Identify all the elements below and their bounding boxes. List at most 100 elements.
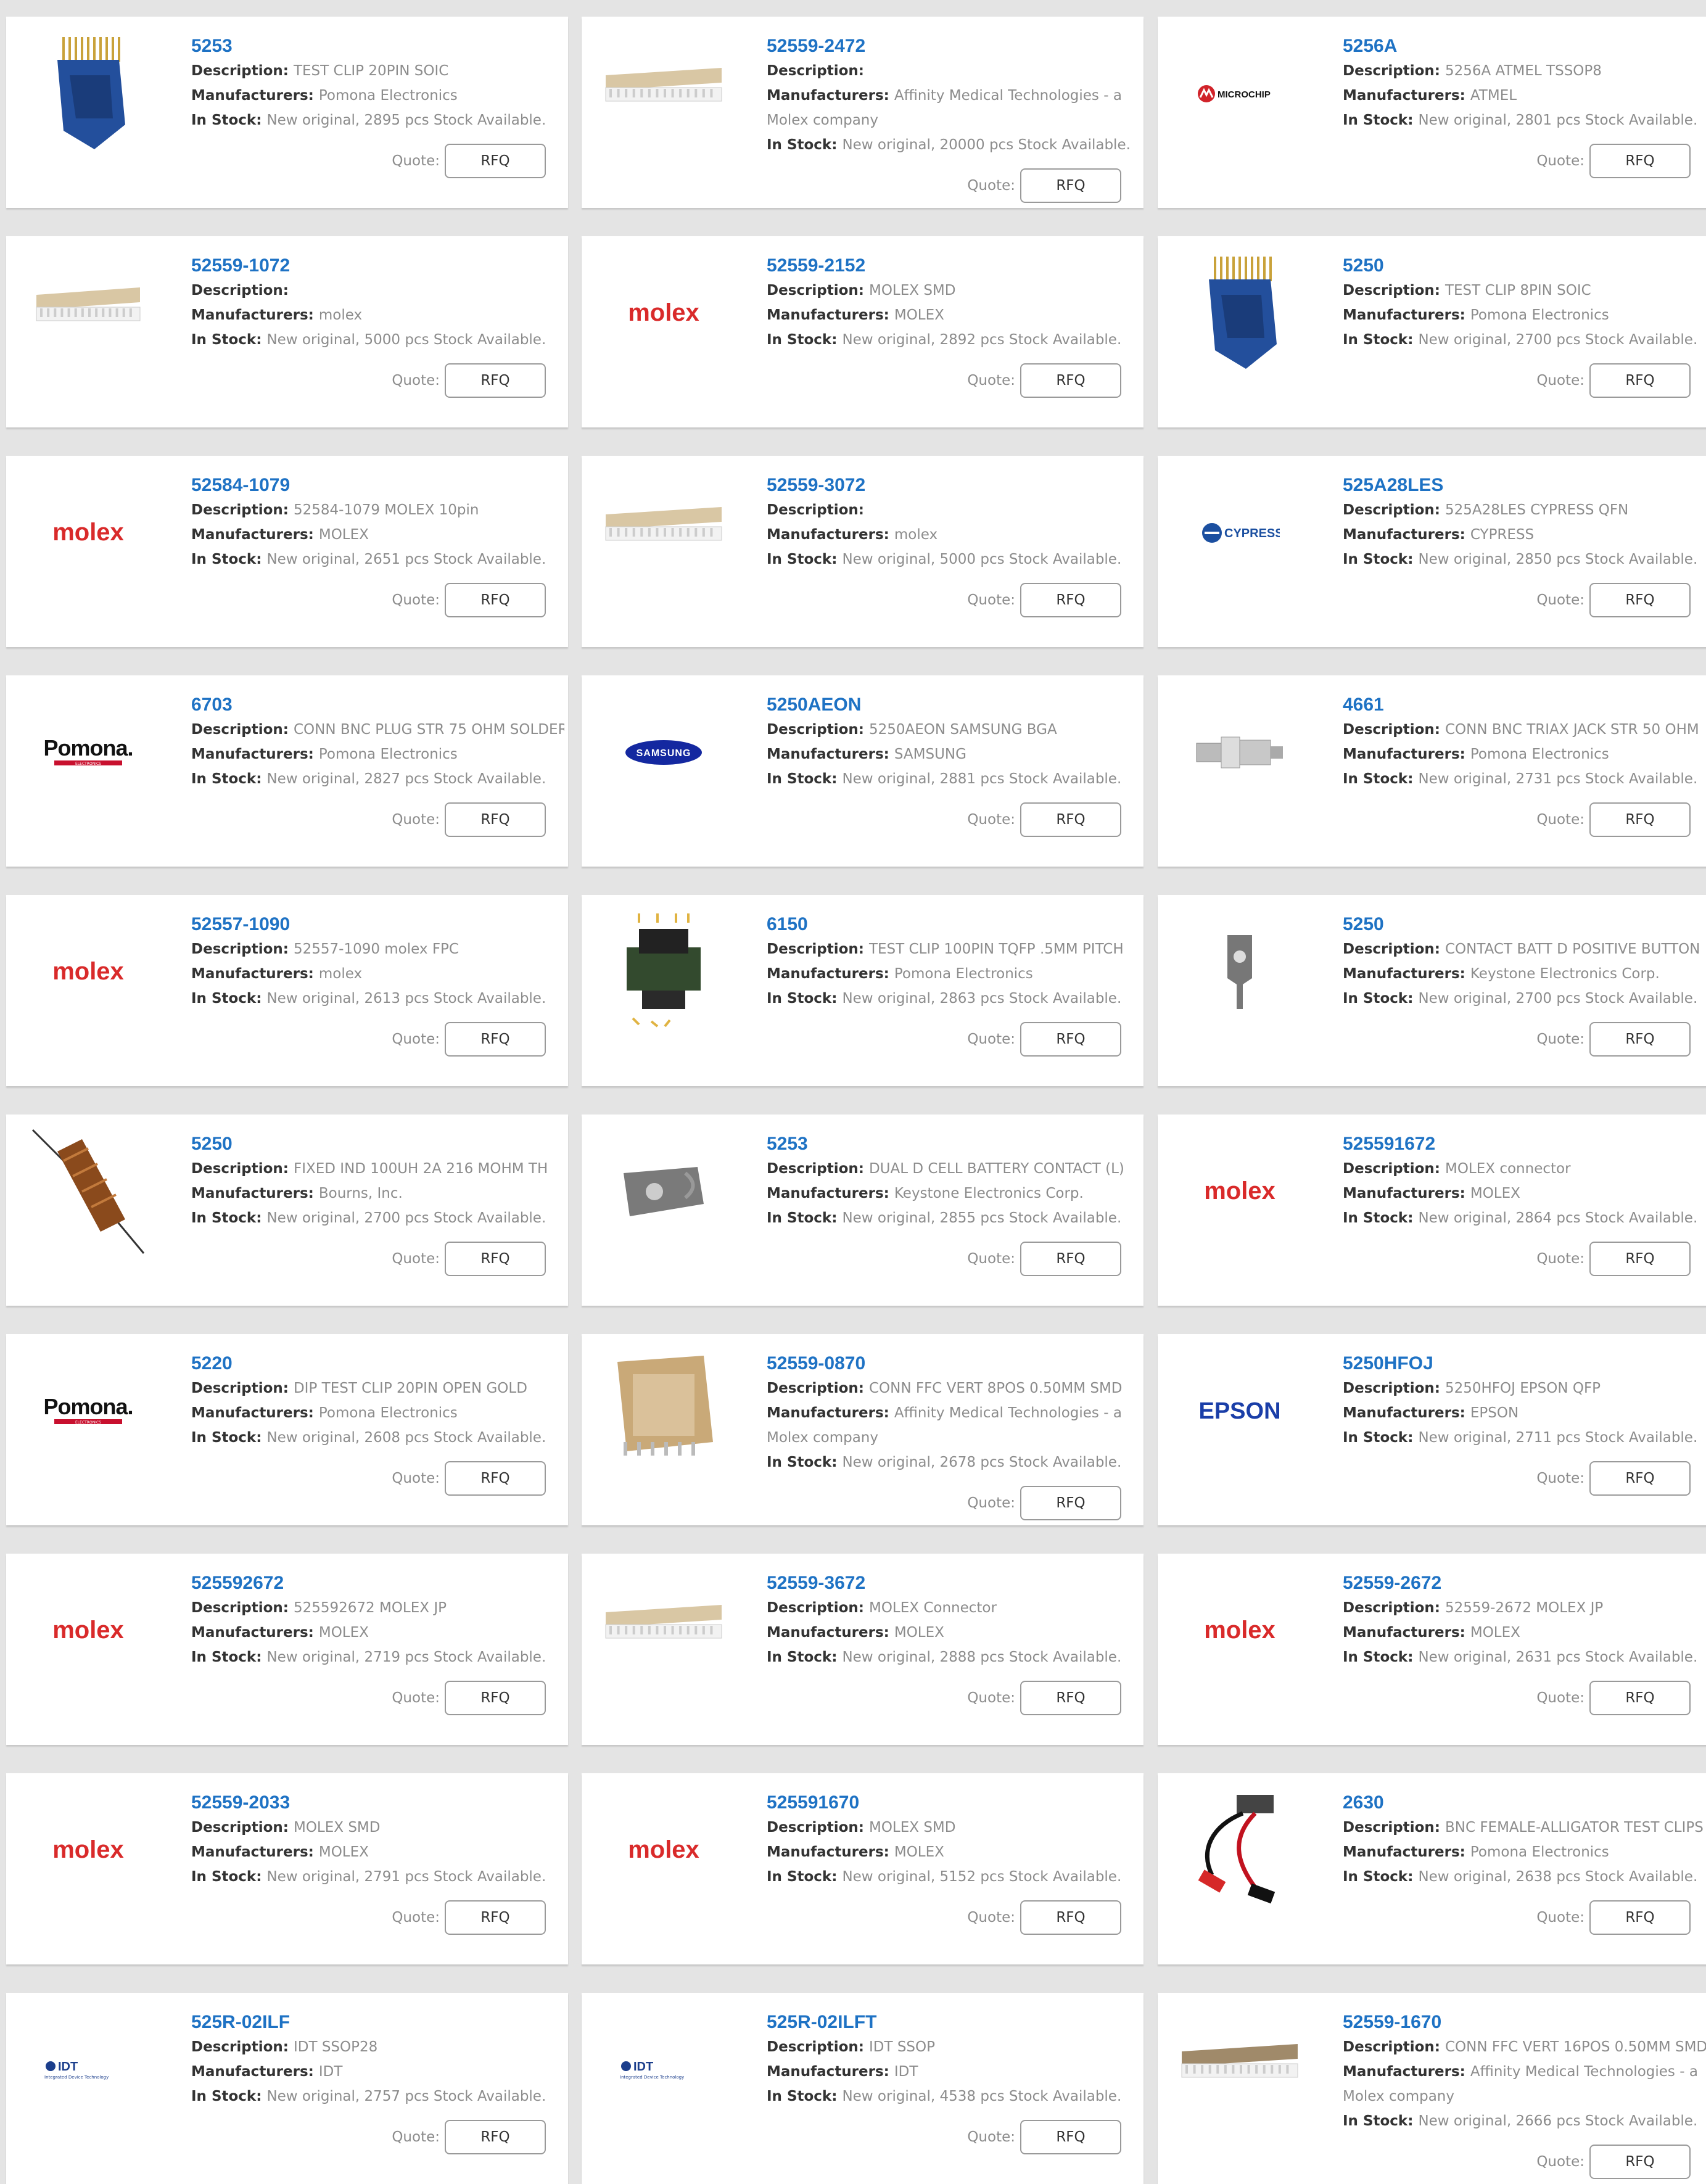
part-number-link[interactable]: 52559-2033 xyxy=(191,1790,564,1815)
product-image[interactable]: molex xyxy=(599,1792,728,1909)
product-image[interactable] xyxy=(1175,694,1304,811)
manufacturer-row-label: Manufacturers: xyxy=(767,1185,889,1201)
part-number-link[interactable]: 4661 xyxy=(1343,693,1706,717)
rfq-button[interactable]: RFQ xyxy=(1020,1022,1121,1057)
part-number-link[interactable]: 5250AEON xyxy=(767,693,1140,717)
part-number-link[interactable]: 52559-2152 xyxy=(767,253,1140,278)
rfq-button[interactable]: RFQ xyxy=(1589,1022,1691,1057)
part-number-link[interactable]: 5250 xyxy=(1343,912,1706,937)
product-image[interactable] xyxy=(1175,255,1304,372)
part-number-link[interactable]: 6703 xyxy=(191,693,564,717)
product-image[interactable] xyxy=(599,35,728,152)
part-number-link[interactable]: 52559-1670 xyxy=(1343,2010,1706,2035)
product-image[interactable] xyxy=(599,474,728,591)
product-image[interactable] xyxy=(599,1133,728,1250)
rfq-button[interactable]: RFQ xyxy=(1589,363,1691,398)
product-image[interactable]: Pomona. ELECTRONICS xyxy=(23,1353,153,1470)
description-row: Description: MOLEX SMD xyxy=(767,278,1140,303)
rfq-button[interactable]: RFQ xyxy=(1020,583,1121,617)
manufacturer-row-label: Manufacturers: xyxy=(1343,527,1465,543)
product-image[interactable] xyxy=(599,913,728,1031)
part-number-link[interactable]: 525A28LES xyxy=(1343,473,1706,498)
rfq-button[interactable]: RFQ xyxy=(1589,1681,1691,1715)
rfq-button[interactable]: RFQ xyxy=(1020,363,1121,398)
rfq-button[interactable]: RFQ xyxy=(1589,583,1691,617)
rfq-button[interactable]: RFQ xyxy=(1020,2120,1121,2154)
part-number-link[interactable]: 52559-3072 xyxy=(767,473,1140,498)
part-number-link[interactable]: 5250 xyxy=(191,1132,564,1156)
rfq-button[interactable]: RFQ xyxy=(1020,1900,1121,1935)
part-number-link[interactable]: 6150 xyxy=(767,912,1140,937)
svg-text:molex: molex xyxy=(52,1836,124,1863)
rfq-button[interactable]: RFQ xyxy=(445,1461,546,1496)
part-number-link[interactable]: 52584-1079 xyxy=(191,473,564,498)
rfq-button[interactable]: RFQ xyxy=(445,1242,546,1276)
quote-label: Quote: xyxy=(1536,1470,1584,1486)
product-image[interactable]: molex xyxy=(599,255,728,372)
product-image[interactable]: molex xyxy=(23,1792,153,1909)
part-number-link[interactable]: 52557-1090 xyxy=(191,912,564,937)
part-number-link[interactable]: 525591670 xyxy=(767,1790,1140,1815)
part-number-link[interactable]: 525592672 xyxy=(191,1571,564,1596)
part-number-link[interactable]: 5220 xyxy=(191,1351,564,1376)
rfq-button[interactable]: RFQ xyxy=(1020,802,1121,837)
rfq-button[interactable]: RFQ xyxy=(445,363,546,398)
part-number-link[interactable]: 52559-0870 xyxy=(767,1351,1140,1376)
part-number-link[interactable]: 525R-02ILF xyxy=(191,2010,564,2035)
product-image[interactable] xyxy=(599,1353,728,1470)
rfq-button[interactable]: RFQ xyxy=(1589,1461,1691,1496)
rfq-button[interactable]: RFQ xyxy=(445,1681,546,1715)
product-image[interactable]: EPSON xyxy=(1175,1353,1304,1470)
product-image[interactable] xyxy=(1175,2011,1304,2128)
product-image[interactable] xyxy=(23,35,153,152)
rfq-button[interactable]: RFQ xyxy=(445,144,546,178)
part-number-link[interactable]: 5256A xyxy=(1343,34,1706,59)
product-image[interactable] xyxy=(23,1129,153,1254)
product-image[interactable]: Pomona. ELECTRONICS xyxy=(23,694,153,811)
product-image[interactable]: IDT Integrated Device Technology xyxy=(23,2011,153,2128)
rfq-button[interactable]: RFQ xyxy=(445,583,546,617)
product-image[interactable]: MICROCHIP xyxy=(1175,35,1304,152)
quote-group: Quote: RFQ xyxy=(1536,1461,1691,1496)
product-image[interactable]: molex xyxy=(23,913,153,1031)
description-row: Description: CONN FFC VERT 8POS 0.50MM SM… xyxy=(767,1376,1140,1401)
product-image[interactable]: molex xyxy=(23,474,153,591)
rfq-button[interactable]: RFQ xyxy=(1020,1681,1121,1715)
rfq-button[interactable]: RFQ xyxy=(1589,1900,1691,1935)
part-number-link[interactable]: 2630 xyxy=(1343,1790,1706,1815)
product-image[interactable] xyxy=(1175,1792,1304,1909)
part-number-link[interactable]: 525R-02ILFT xyxy=(767,2010,1140,2035)
product-image[interactable] xyxy=(599,1572,728,1689)
rfq-button[interactable]: RFQ xyxy=(445,802,546,837)
part-number-link[interactable]: 52559-3672 xyxy=(767,1571,1140,1596)
product-image[interactable]: molex xyxy=(23,1572,153,1689)
product-image[interactable]: SAMSUNG xyxy=(599,694,728,811)
part-number-link[interactable]: 52559-1072 xyxy=(191,253,564,278)
part-number-link[interactable]: 5253 xyxy=(767,1132,1140,1156)
rfq-button[interactable]: RFQ xyxy=(1589,1242,1691,1276)
product-image[interactable] xyxy=(1175,913,1304,1031)
product-image[interactable]: CYPRESS xyxy=(1175,474,1304,591)
rfq-button[interactable]: RFQ xyxy=(1589,144,1691,178)
quote-label: Quote: xyxy=(967,1495,1015,1511)
rfq-button[interactable]: RFQ xyxy=(1020,168,1121,203)
part-number-link[interactable]: 5250HFOJ xyxy=(1343,1351,1706,1376)
part-number-link[interactable]: 5250 xyxy=(1343,253,1706,278)
part-number-link[interactable]: 52559-2472 xyxy=(767,34,1140,59)
rfq-button[interactable]: RFQ xyxy=(1020,1486,1121,1520)
rfq-button[interactable]: RFQ xyxy=(1589,2145,1691,2179)
rfq-button[interactable]: RFQ xyxy=(1589,802,1691,837)
part-number-link[interactable]: 5253 xyxy=(191,34,564,59)
part-number-link[interactable]: 525591672 xyxy=(1343,1132,1706,1156)
product-card: molex 525591670 Description: MOLEX SMD Manuf… xyxy=(582,1773,1144,1964)
product-image[interactable]: molex xyxy=(1175,1572,1304,1689)
rfq-button[interactable]: RFQ xyxy=(1020,1242,1121,1276)
rfq-button[interactable]: RFQ xyxy=(445,2120,546,2154)
product-image[interactable] xyxy=(23,255,153,372)
product-image[interactable]: IDT Integrated Device Technology xyxy=(599,2011,728,2128)
manufacturer-row-label: Manufacturers: xyxy=(1343,1625,1465,1641)
rfq-button[interactable]: RFQ xyxy=(445,1900,546,1935)
rfq-button[interactable]: RFQ xyxy=(445,1022,546,1057)
part-number-link[interactable]: 52559-2672 xyxy=(1343,1571,1706,1596)
product-image[interactable]: molex xyxy=(1175,1133,1304,1250)
